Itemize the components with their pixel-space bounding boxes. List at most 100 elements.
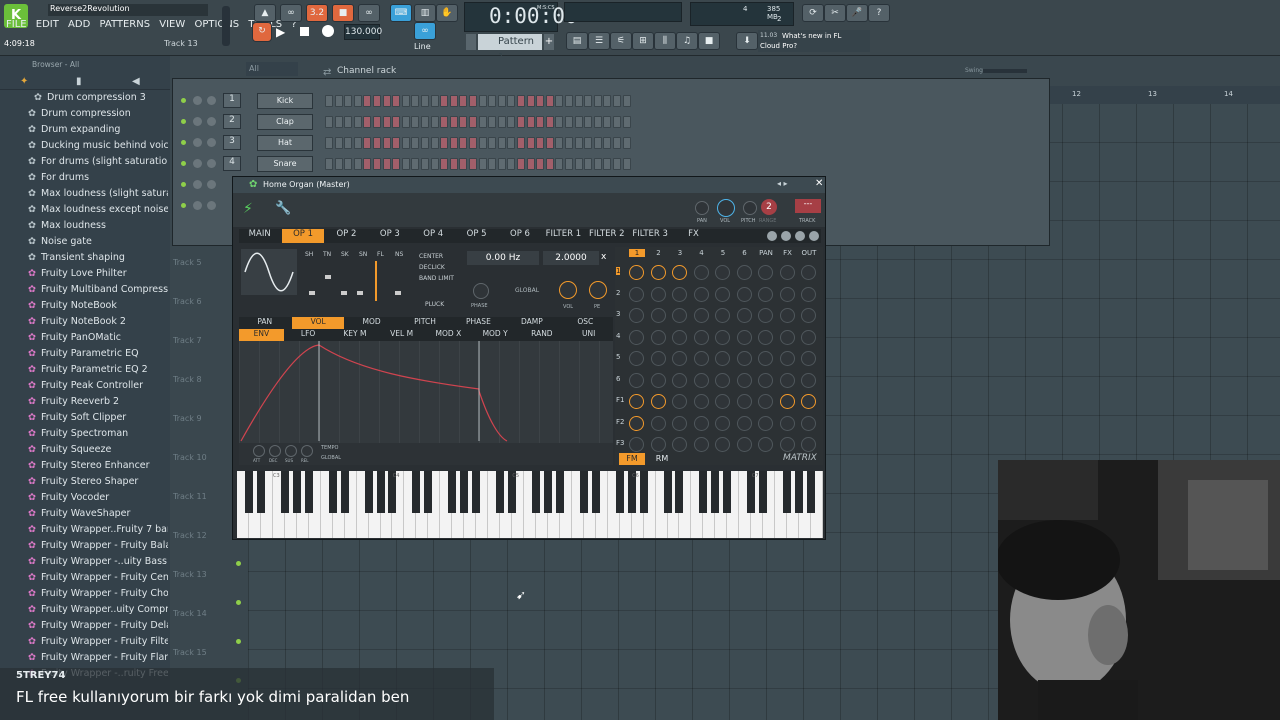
declick-option[interactable]: DECLICK (419, 262, 454, 273)
ratio-value[interactable]: 2.0000 (543, 251, 599, 265)
step-button[interactable] (545, 137, 554, 149)
matrix-knob[interactable] (693, 351, 709, 366)
matrix-knob[interactable] (693, 265, 709, 280)
browser-item[interactable]: ✿ Fruity WaveShaper (28, 508, 168, 524)
channel-led[interactable] (181, 140, 186, 145)
step-button[interactable] (401, 116, 410, 128)
browser-item[interactable]: ✿ Max loudness (slight saturation) (28, 188, 168, 204)
piano-roll-view-icon[interactable]: ☰ (588, 32, 610, 50)
step-button[interactable] (401, 137, 410, 149)
black-key[interactable] (328, 471, 337, 513)
op-vol-knob[interactable] (559, 281, 577, 299)
step-button[interactable] (392, 137, 401, 149)
step-button[interactable] (593, 116, 602, 128)
step-button[interactable] (353, 158, 362, 170)
env-knob[interactable] (285, 445, 297, 457)
rm-button[interactable]: RM (649, 453, 675, 465)
step-button[interactable] (334, 137, 343, 149)
channel-number[interactable]: 3 (223, 135, 241, 150)
matrix-knob[interactable] (801, 351, 816, 366)
pattern-prev-button[interactable] (466, 34, 476, 50)
news-panel[interactable]: 11.03 What's new in FL Cloud Pro? (758, 30, 870, 52)
matrix-knob[interactable] (736, 372, 752, 388)
step-button[interactable] (517, 116, 525, 128)
matrix-knob[interactable] (693, 415, 709, 431)
matrix-knob[interactable] (629, 351, 644, 366)
arrows-icon[interactable]: ◂ ▸ (777, 179, 788, 188)
track-label[interactable]: Track 9 (173, 414, 202, 423)
step-button[interactable] (526, 137, 535, 149)
browser-item[interactable]: ✿ Drum expanding (28, 124, 168, 140)
black-key[interactable] (412, 471, 421, 513)
channel-number[interactable]: 4 (223, 156, 241, 171)
step-button[interactable] (421, 95, 429, 107)
menu-patterns[interactable]: PATTERNS (99, 19, 150, 30)
channel-row[interactable]: 4 Snare (181, 156, 1041, 174)
pan-knob[interactable] (695, 201, 709, 215)
track-label[interactable]: Track 12 (173, 531, 207, 540)
black-key[interactable] (376, 471, 385, 513)
track-label[interactable]: Track 7 (173, 336, 202, 345)
pattern-selector[interactable]: Pattern 1 (478, 34, 542, 63)
matrix-knob[interactable] (736, 351, 752, 366)
pluck-option[interactable]: PLUCK (425, 301, 444, 308)
browser-item[interactable]: ✿ Fruity Squeeze (28, 444, 168, 460)
step-button[interactable] (440, 158, 449, 170)
step-button[interactable] (421, 137, 429, 149)
matrix-knob[interactable] (779, 394, 795, 409)
download-icon[interactable]: ⬇ (736, 32, 758, 50)
step-button[interactable] (622, 158, 631, 170)
waveform-display[interactable] (241, 249, 297, 295)
matrix-knob[interactable] (672, 265, 687, 280)
matrix-knob[interactable] (672, 394, 687, 409)
band-limit-option[interactable]: BAND LIMIT (419, 273, 454, 284)
step-button[interactable] (401, 158, 410, 170)
step-button[interactable] (497, 158, 506, 170)
track-label[interactable]: Track 10 (173, 453, 207, 462)
vol-knob[interactable] (207, 138, 216, 147)
browser-item[interactable]: ✿ Fruity Spectroman (28, 428, 168, 444)
matrix-knob[interactable] (629, 286, 644, 302)
tab-op6[interactable]: OP 6 (499, 229, 540, 243)
track-mute-dot[interactable] (236, 639, 241, 644)
tab-option-icon[interactable] (767, 231, 777, 241)
phase-knob[interactable] (473, 283, 489, 299)
matrix-knob[interactable] (715, 329, 730, 345)
matrix-knob[interactable] (693, 394, 709, 409)
step-button[interactable] (392, 158, 401, 170)
step-button[interactable] (574, 116, 583, 128)
channel-name[interactable]: Kick (257, 93, 313, 109)
browser-item[interactable]: ✿ Fruity Wrapper - Fruity Flanger (28, 652, 168, 668)
matrix-knob[interactable] (693, 308, 709, 323)
matrix-knob[interactable] (650, 437, 666, 452)
matrix-knob[interactable] (715, 286, 730, 302)
browser-item[interactable]: ✿ Noise gate (28, 236, 168, 252)
black-key[interactable] (555, 471, 564, 513)
matrix-knob[interactable] (715, 351, 730, 366)
black-key[interactable] (795, 471, 804, 513)
track-button[interactable]: --- (795, 199, 821, 213)
tab-op2[interactable]: OP 2 (326, 229, 367, 243)
env-tab[interactable]: MOD X (426, 329, 471, 341)
channel-row[interactable]: 2 Clap (181, 114, 1041, 132)
pan-knob[interactable] (193, 117, 202, 126)
matrix-knob[interactable] (758, 286, 773, 302)
matrix-knob[interactable] (801, 286, 816, 302)
step-button[interactable] (507, 95, 516, 107)
matrix-knob[interactable] (672, 372, 687, 388)
step-button[interactable] (459, 116, 468, 128)
step-button[interactable] (584, 116, 593, 128)
mod-tab[interactable]: PHASE (453, 317, 504, 329)
matrix-knob[interactable] (736, 308, 752, 323)
tab-option-icon[interactable] (809, 231, 819, 241)
tab-op4[interactable]: OP 4 (413, 229, 454, 243)
pan-knob[interactable] (193, 180, 202, 189)
step-button[interactable] (488, 158, 497, 170)
typing-keyboard-icon[interactable]: ⌨ (390, 4, 412, 22)
matrix-knob[interactable] (801, 394, 816, 409)
black-key[interactable] (340, 471, 349, 513)
step-button[interactable] (555, 116, 564, 128)
step-button[interactable] (392, 95, 401, 107)
track-label[interactable]: Track 11 (173, 492, 207, 501)
matrix-knob[interactable] (801, 308, 816, 323)
